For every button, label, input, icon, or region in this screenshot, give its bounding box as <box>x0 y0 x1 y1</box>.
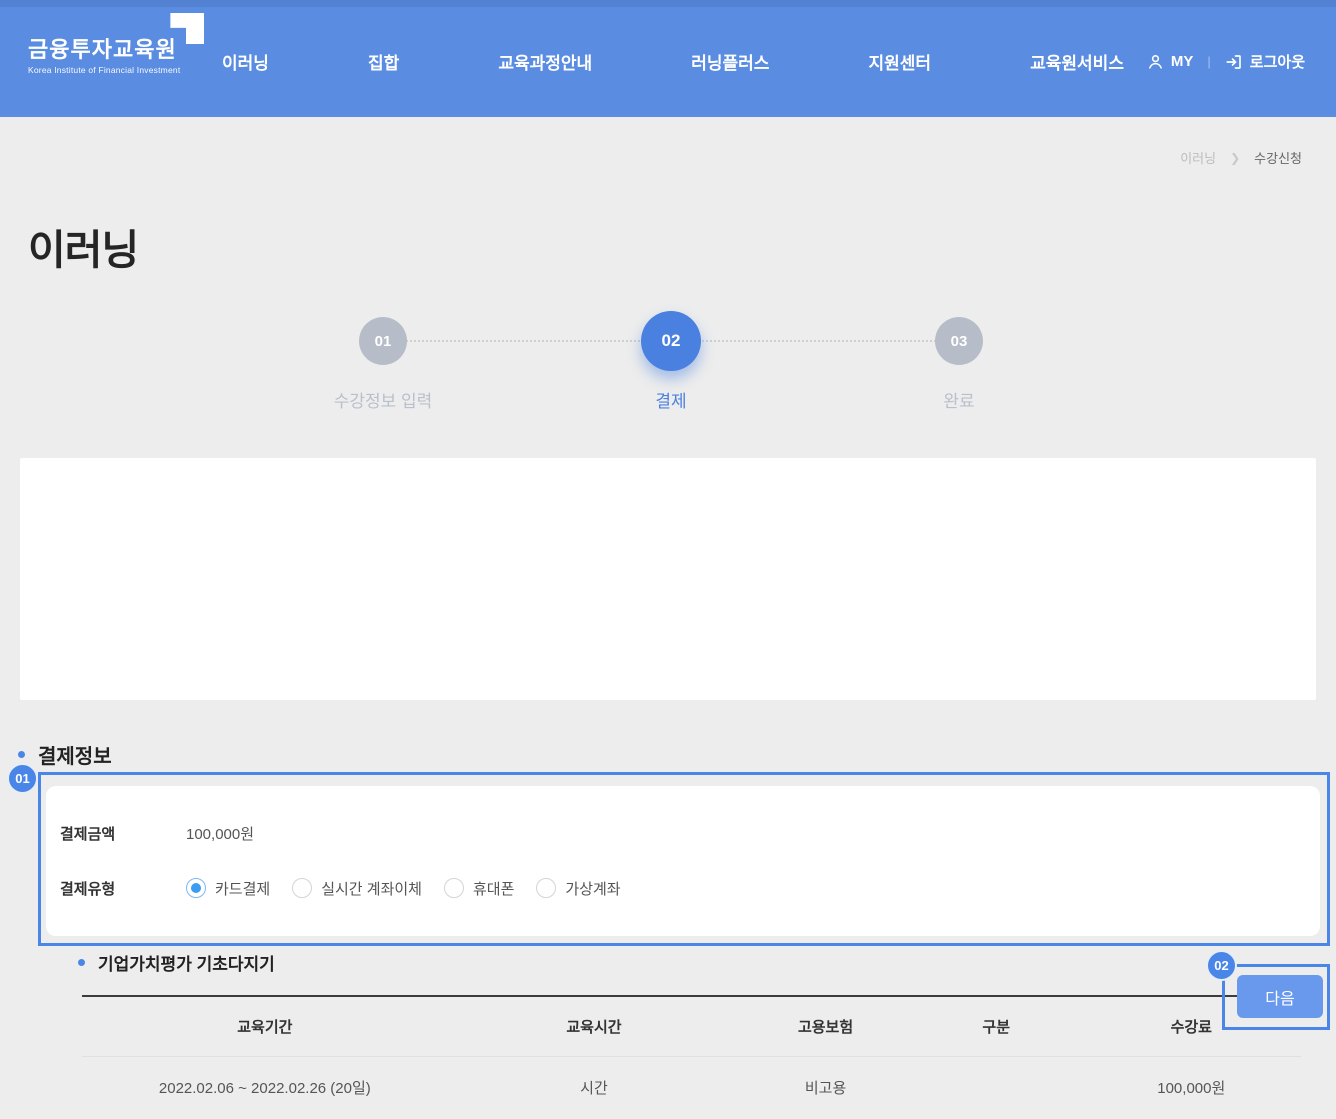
cell-employment-insurance: 비고용 <box>740 1056 911 1119</box>
breadcrumb-current: 수강신청 <box>1254 151 1302 166</box>
course-table-row: 2022.02.06 ~ 2022.02.26 (20일) 시간 비고용 100… <box>82 1056 1301 1119</box>
cell-period: 2022.02.06 ~ 2022.02.26 (20일) <box>82 1056 448 1119</box>
payment-option[interactable]: 가상계좌 <box>536 878 621 899</box>
payment-option[interactable]: 카드결제 <box>186 878 270 899</box>
menu-item-curriculum[interactable]: 교육과정안내 <box>498 43 592 74</box>
course-title-row: 기업가치평가 기초다지기 <box>78 950 275 975</box>
step-2-payment: 02 결제 <box>591 311 751 412</box>
header-category: 구분 <box>910 995 1082 1057</box>
breadcrumb-parent[interactable]: 이러닝 <box>1180 148 1216 167</box>
page: 금융투자교육원 Korea Institute of Financial Inv… <box>0 0 1336 1119</box>
annotation-badge-1: 01 <box>7 763 38 794</box>
radio-button-icon <box>443 878 464 898</box>
menu-item-services[interactable]: 교육원서비스 <box>1030 43 1124 74</box>
radio-button-icon <box>292 878 313 898</box>
next-button[interactable]: 다음 <box>1237 975 1323 1018</box>
payment-amount-value: 100,000원 <box>186 825 255 843</box>
page-title: 이러닝 <box>28 227 139 273</box>
header-period: 교육기간 <box>82 995 448 1057</box>
step-1-input: 01 수강정보 입력 <box>303 317 463 412</box>
payment-type-radio-group: 카드결제 실시간 계좌이체 휴대폰 가상계좌 <box>186 878 621 899</box>
my-page-label: MY <box>1170 53 1194 70</box>
bullet-dot-icon <box>18 751 25 758</box>
step-2-label: 결제 <box>655 392 687 411</box>
menu-item-elearning[interactable]: 이러닝 <box>222 43 269 74</box>
course-table-header-row: 교육기간 교육시간 고용보험 구분 수강료 <box>82 995 1301 1057</box>
payment-option[interactable]: 휴대폰 <box>443 878 514 899</box>
annotation-badge-2: 02 <box>1206 950 1237 981</box>
radio-button-icon <box>536 878 557 898</box>
menu-item-learning-plus[interactable]: 러닝플러스 <box>691 43 769 74</box>
step-2-circle: 02 <box>641 311 701 371</box>
account-area: MY | 로그아웃 <box>1147 0 1305 117</box>
logo-title: 금융투자교육원 <box>28 37 177 62</box>
course-info-card: 기업가치평가 기초다지기 교육기간 교육시간 고용보험 구분 수강료 2022.… <box>20 458 1316 1119</box>
cell-fee: 100,000원 <box>1081 1056 1301 1119</box>
step-3-complete: 03 완료 <box>879 317 1039 412</box>
payment-amount-row: 결제금액 100,000원 <box>60 819 1306 847</box>
chevron-right-icon: ❯ <box>1230 150 1241 165</box>
payment-section-title-row: 결제정보 <box>18 740 112 769</box>
cell-hours: 시간 <box>447 1056 741 1119</box>
cell-category <box>910 1056 1082 1119</box>
payment-info-panel: 결제금액 100,000원 결제유형 카드결제 실시간 계좌이체 휴대폰 가상계… <box>46 786 1320 936</box>
radio-button-icon <box>186 878 206 898</box>
course-title: 기업가치평가 기초다지기 <box>98 955 275 974</box>
payment-option[interactable]: 실시간 계좌이체 <box>292 878 422 899</box>
payment-section-title: 결제정보 <box>38 746 112 768</box>
menu-item-offline[interactable]: 집합 <box>368 43 399 74</box>
bullet-dot-icon <box>78 959 85 966</box>
step-1-label: 수강정보 입력 <box>333 392 433 411</box>
step-3-circle: 03 <box>935 317 983 365</box>
step-1-circle: 01 <box>359 317 407 365</box>
step-3-label: 완료 <box>943 392 975 411</box>
menu-item-support-center[interactable]: 지원센터 <box>869 43 932 74</box>
header-employment-insurance: 고용보험 <box>740 995 911 1057</box>
payment-amount-label: 결제금액 <box>60 825 116 843</box>
payment-type-label: 결제유형 <box>60 880 116 898</box>
user-icon <box>1147 53 1164 70</box>
site-logo[interactable]: 금융투자교육원 Korea Institute of Financial Inv… <box>28 13 205 75</box>
logo-subtitle: Korea Institute of Financial Investment <box>28 65 181 75</box>
course-table: 교육기간 교육시간 고용보험 구분 수강료 2022.02.06 ~ 2022.… <box>82 995 1301 1119</box>
account-divider: | <box>1207 54 1211 69</box>
my-page-link[interactable]: MY <box>1147 53 1194 70</box>
logout-icon <box>1225 53 1243 71</box>
logout-link[interactable]: 로그아웃 <box>1225 51 1305 72</box>
payment-type-row: 결제유형 카드결제 실시간 계좌이체 휴대폰 가상계좌 <box>60 874 1306 902</box>
header-hours: 교육시간 <box>447 995 741 1057</box>
top-navbar: 금융투자교육원 Korea Institute of Financial Inv… <box>0 0 1336 117</box>
logout-label: 로그아웃 <box>1249 54 1305 71</box>
main-menu: 이러닝 집합 교육과정안내 러닝플러스 지원센터 교육원서비스 <box>222 0 1124 117</box>
breadcrumb: 이러닝 ❯ 수강신청 <box>1180 148 1302 167</box>
